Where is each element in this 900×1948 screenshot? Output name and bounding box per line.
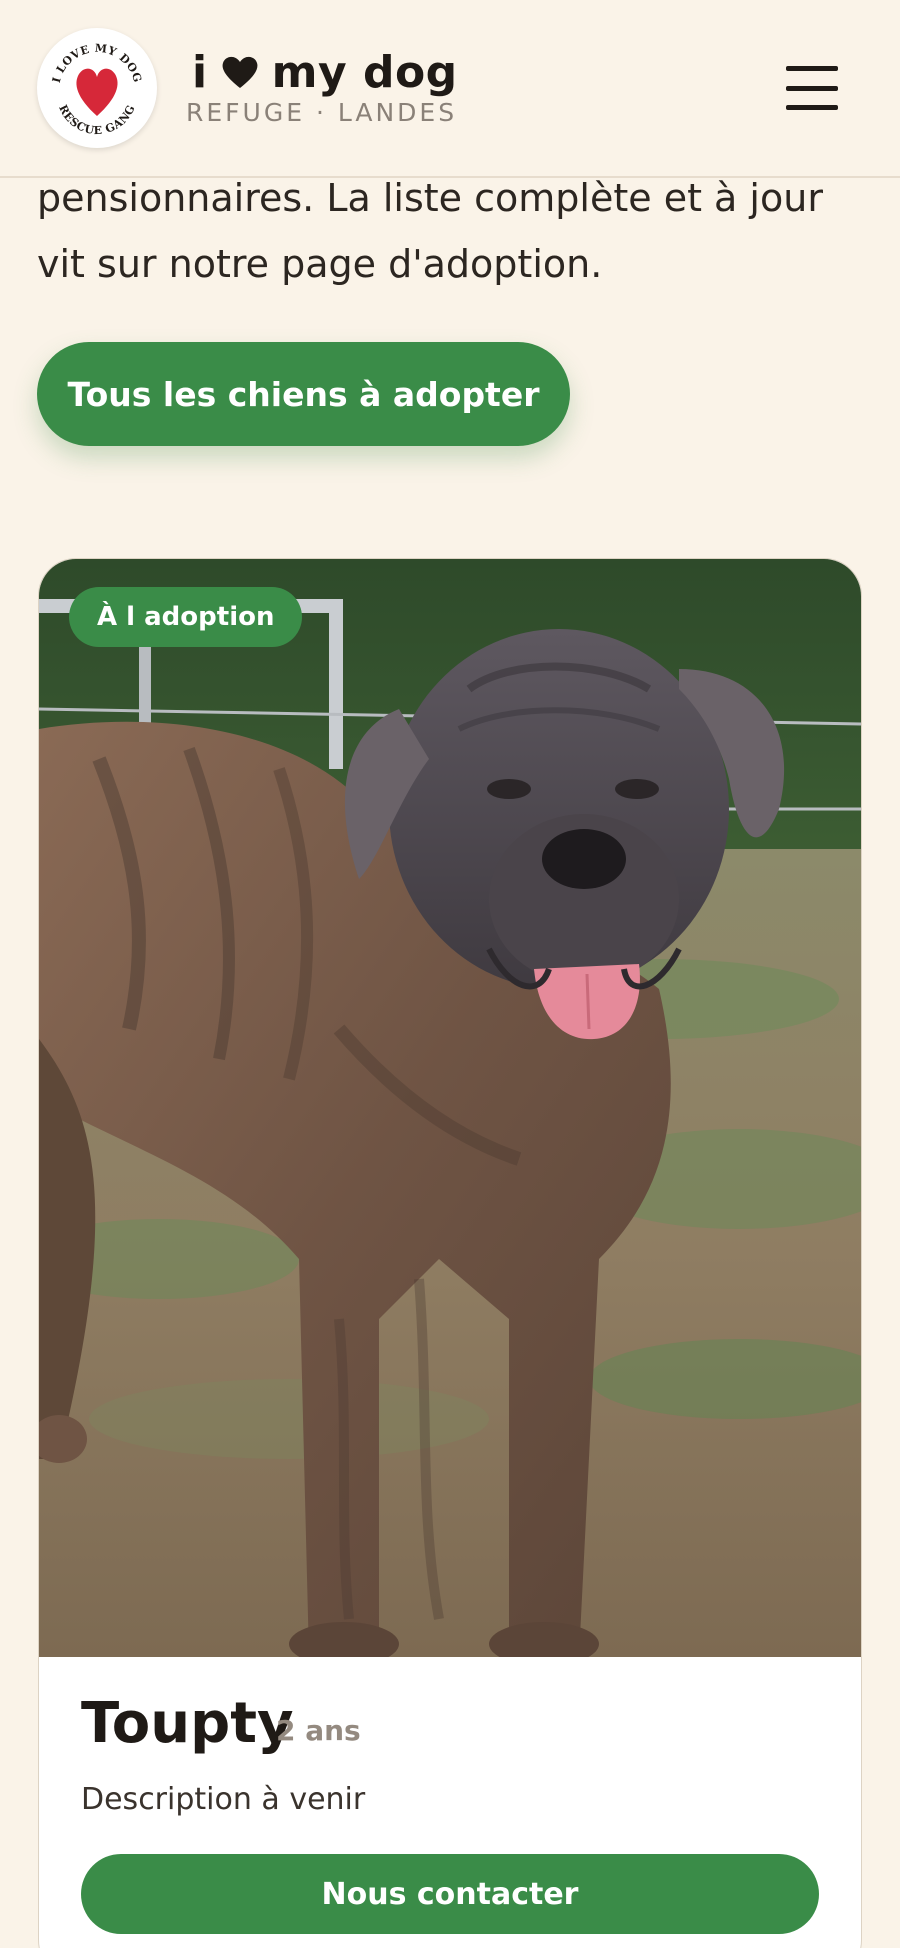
dog-card[interactable]: À l adoption Toupty 2 ans Description à …: [38, 558, 862, 1948]
brand-subtitle: REFUGE · LANDES: [186, 98, 458, 127]
menu-bar: [786, 66, 838, 71]
all-dogs-button[interactable]: Tous les chiens à adopter: [37, 342, 570, 446]
dog-description: Description à venir: [81, 1782, 366, 1817]
site-header: I LOVE MY DOG RESCUE GANG i my dog REFUG…: [0, 0, 900, 178]
intro-text: pensionnaires. La liste complète et à jo…: [37, 176, 823, 286]
dog-photo: À l adoption: [39, 559, 861, 1657]
dog-photo-illustration: [39, 559, 861, 1657]
brand-i: i: [192, 46, 208, 98]
heart-icon: [222, 56, 258, 88]
logo-image: I LOVE MY DOG RESCUE GANG: [39, 30, 155, 146]
brand-title[interactable]: i my dog: [192, 40, 458, 104]
menu-bar: [786, 105, 838, 110]
contact-button[interactable]: Nous contacter: [81, 1854, 819, 1934]
brand-name: my dog: [271, 46, 458, 98]
dog-age: 2 ans: [276, 1714, 361, 1747]
adoption-status-badge: À l adoption: [69, 587, 303, 647]
dog-name: Toupty: [81, 1691, 294, 1756]
menu-bar: [786, 85, 838, 91]
logo-badge[interactable]: I LOVE MY DOG RESCUE GANG: [37, 28, 157, 148]
hamburger-icon[interactable]: [780, 60, 844, 116]
